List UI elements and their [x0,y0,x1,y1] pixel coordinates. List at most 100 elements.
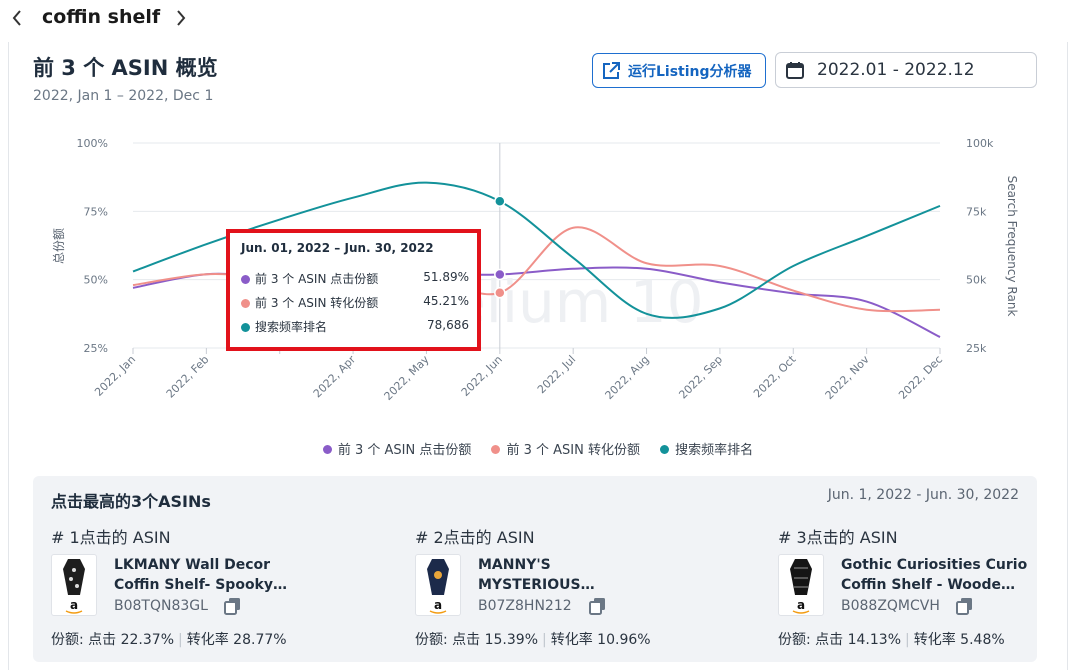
legend-dot-icon [241,323,250,332]
chart-tooltip: Jun. 01, 2022 – Jun. 30, 2022 前 3 个 ASIN… [226,229,481,351]
top-bar: coffin shelf [0,0,1076,42]
conversion-value: 转化率 10.96% [550,632,651,648]
x-tick-label: 2022, Jul [535,353,578,396]
legend-label: 前 3 个 ASIN 转化份额 [506,443,640,458]
run-listing-analyzer-button[interactable]: 运行Listing分析器 [592,53,766,88]
asin-rank: # 1点击的 ASIN [51,528,171,547]
product-name[interactable]: Gothic Curiosities Curio [841,557,1027,573]
x-tick-label: 2022, Apr [311,353,359,401]
legend-item-conversion-share[interactable]: 前 3 个 ASIN 转化份额 [491,439,640,458]
top-asins-panel: 点击最高的3个ASINs Jun. 1, 2022 - Jun. 30, 202… [33,476,1037,662]
section-title: 前 3 个 ASIN 概览 [33,56,218,80]
copy-icon[interactable] [589,597,607,615]
top-asins-title: 点击最高的3个ASINs [51,492,211,511]
y-right-tick-label: 25k [966,342,987,355]
legend-item-search-rank[interactable]: 搜索频率排名 [660,439,753,458]
y-left-tick-label: 100% [77,137,108,150]
asin-code: B08TQN83GL [114,598,208,614]
copy-icon[interactable] [956,597,974,615]
chevron-left-icon[interactable] [10,8,28,32]
legend-dot-icon [322,445,332,454]
legend-dot-icon [241,299,250,308]
date-range-value: 2022.01 - 2022.12 [817,60,975,80]
share-rank-line-chart: 100% 100k 75% 75k 50% 50k 25% 25k 2022, Jan 2022,… [52,137,1019,403]
page-title: coffin shelf [42,6,161,28]
svg-text:a: a [434,598,442,612]
y-left-tick-label: 50% [84,274,108,287]
click-share-value: 点击 15.39% [452,632,539,648]
x-tick-label: 2022, Feb [164,353,212,401]
external-link-icon [601,61,621,81]
x-tick-label: 2022, Dec [896,353,945,402]
legend-label: 搜索频率排名 [675,443,754,458]
tooltip-row-conversion: 前 3 个 ASIN 转化份额 45.21% [241,294,469,311]
asin-share-stats: 份额: 点击 22.37% | 转化率 28.77% [51,632,287,648]
legend-dot-icon [241,275,250,284]
x-tick-label: 2022, Sep [676,353,725,402]
svg-text:a: a [70,598,78,612]
product-name[interactable]: Coffin Shelf - Woode… [841,577,1015,593]
click-share-value: 点击 14.13% [815,632,902,648]
asin-share-stats: 份额: 点击 14.13% | 转化率 5.48% [778,632,1005,648]
x-tick-label: 2022, Aug [603,353,652,402]
asin-rank: # 3点击的 ASIN [778,528,898,547]
y-left-axis-title: 总份额 [52,228,66,264]
tooltip-title: Jun. 01, 2022 – Jun. 30, 2022 [241,241,434,255]
svg-text:a: a [797,598,805,612]
calendar-icon [785,60,805,80]
share-label: 份额: [778,632,811,648]
conversion-value: 转化率 28.77% [186,632,287,648]
share-label: 份额: [415,632,448,648]
asin-card: # 3点击的 ASIN a Gothic Curiosities Curio C… [778,524,1076,654]
x-tick-label: 2022, Nov [823,353,872,402]
legend-dot-icon [491,445,501,454]
asin-card: # 1点击的 ASIN a LKMANY Wall Decor Coffin S… [51,524,351,654]
x-tick-label: 2022, May [382,353,432,403]
asin-card: # 2点击的 ASIN a MANNY'S MYSTERIOUS… B07Z8H… [415,524,715,654]
asin-code: B07Z8HN212 [478,598,572,614]
tooltip-row-value: 51.89% [423,270,469,284]
x-tick-label: 2022, Jan [92,353,138,399]
product-name[interactable]: MYSTERIOUS… [478,577,595,593]
highlight-point [494,268,506,281]
x-tick-label: 2022, Oct [751,352,799,400]
product-name[interactable]: Coffin Shelf- Spooky… [114,577,287,593]
highlight-point [494,287,506,299]
product-name[interactable]: MANNY'S [478,557,551,573]
y-right-tick-label: 50k [966,274,987,287]
y-right-tick-label: 100k [966,137,994,150]
product-thumbnail[interactable]: a [415,554,461,616]
copy-icon[interactable] [224,597,242,615]
date-range-picker[interactable]: 2022.01 - 2022.12 [775,52,1037,88]
tooltip-row-click: 前 3 个 ASIN 点击份额 51.89% [241,270,469,287]
product-thumbnail[interactable]: a [51,554,97,616]
y-left-tick-label: 75% [84,205,108,218]
tooltip-row-value: 78,686 [427,318,469,332]
tooltip-row-rank: 搜索频率排名 78,686 [241,318,469,335]
y-right-tick-label: 75k [966,205,987,218]
product-name[interactable]: LKMANY Wall Decor [114,557,270,573]
asin-code: B088ZQMCVH [841,598,940,614]
chart-legend: 前 3 个 ASIN 点击份额 前 3 个 ASIN 转化份额 搜索频率排名 [0,439,1076,458]
y-right-axis-title: Search Frequency Rank [1005,176,1019,317]
tooltip-row-value: 45.21% [423,294,469,308]
tooltip-row-label: 前 3 个 ASIN 点击份额 [255,272,379,286]
asin-share-stats: 份额: 点击 15.39% | 转化率 10.96% [415,632,651,648]
legend-dot-icon [660,445,670,454]
tooltip-row-label: 搜索频率排名 [255,320,328,334]
product-thumbnail[interactable]: a [778,554,824,616]
conversion-value: 转化率 5.48% [913,632,1005,648]
legend-item-click-share[interactable]: 前 3 个 ASIN 点击份额 [322,439,472,458]
tooltip-row-label: 前 3 个 ASIN 转化份额 [255,296,379,310]
section-date-subtitle: 2022, Jan 1 – 2022, Dec 1 [33,88,214,104]
chevron-right-icon[interactable] [174,8,188,33]
run-button-label: 运行Listing分析器 [628,63,752,80]
share-label: 份额: [51,632,84,648]
top-asins-date: Jun. 1, 2022 - Jun. 30, 2022 [827,487,1019,503]
x-tick-label: 2022, Jun [459,353,505,399]
asin-rank: # 2点击的 ASIN [415,528,535,547]
legend-label: 前 3 个 ASIN 点击份额 [337,443,472,458]
click-share-value: 点击 22.37% [88,632,175,648]
highlight-point [494,195,506,208]
y-left-tick-label: 25% [84,342,108,355]
